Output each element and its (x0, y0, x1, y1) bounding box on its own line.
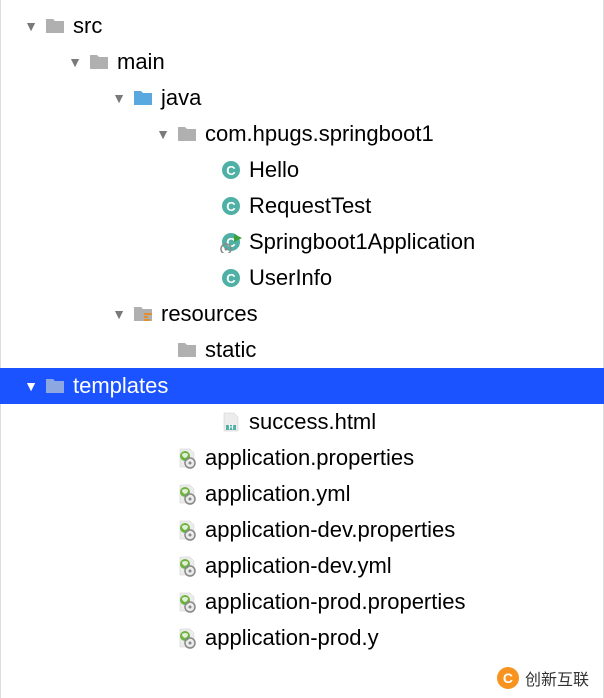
node-label: main (113, 49, 165, 75)
folder-icon (173, 339, 201, 361)
watermark: C 创新互联 (489, 664, 597, 692)
node-label: application.properties (201, 445, 414, 471)
tree-node-application-yml[interactable]: ▼ application.yml (21, 476, 603, 512)
node-label: application-prod.properties (201, 589, 466, 615)
tree-node-springboot1application[interactable]: ▼ Springboot1Application (21, 224, 603, 260)
tree-node-success-html[interactable]: ▼ success.html (21, 404, 603, 440)
node-label: resources (157, 301, 258, 327)
tree-node-application-prod-yml[interactable]: ▼ application-prod.y (21, 620, 603, 656)
tree-node-main[interactable]: ▼ main (21, 44, 603, 80)
tree-node-resources[interactable]: ▼ resources (21, 296, 603, 332)
node-label: src (69, 13, 102, 39)
class-icon (217, 159, 245, 181)
chevron-down-icon: ▼ (109, 90, 129, 106)
node-label: RequestTest (245, 193, 371, 219)
folder-icon (41, 375, 69, 397)
tree-node-application-dev-properties[interactable]: ▼ application-dev.properties (21, 512, 603, 548)
chevron-down-icon: ▼ (21, 18, 41, 34)
chevron-down-icon: ▼ (109, 306, 129, 322)
tree-node-templates[interactable]: ▼ templates (0, 368, 604, 404)
watermark-text: 创新互联 (525, 666, 589, 690)
spring-config-icon (173, 447, 201, 469)
tree-node-requesttest[interactable]: ▼ RequestTest (21, 188, 603, 224)
tree-node-java[interactable]: ▼ java (21, 80, 603, 116)
node-label: Springboot1Application (245, 229, 475, 255)
spring-config-icon (173, 591, 201, 613)
node-label: application.yml (201, 481, 351, 507)
project-tree[interactable]: ▼ src ▼ main ▼ java ▼ com.hpugs.springbo… (1, 0, 603, 656)
chevron-down-icon: ▼ (21, 378, 41, 394)
chevron-down-icon: ▼ (65, 54, 85, 70)
node-label: static (201, 337, 256, 363)
node-label: templates (69, 373, 168, 399)
class-main-icon (217, 231, 245, 253)
tree-node-application-dev-yml[interactable]: ▼ application-dev.yml (21, 548, 603, 584)
tree-node-application-prod-properties[interactable]: ▼ application-prod.properties (21, 584, 603, 620)
tree-node-src[interactable]: ▼ src (21, 8, 603, 44)
node-label: UserInfo (245, 265, 332, 291)
class-icon (217, 195, 245, 217)
node-label: application-prod.y (201, 625, 379, 651)
node-label: application-dev.properties (201, 517, 455, 543)
spring-config-icon (173, 483, 201, 505)
tree-node-static[interactable]: ▼ static (21, 332, 603, 368)
node-label: success.html (245, 409, 376, 435)
tree-node-userinfo[interactable]: ▼ UserInfo (21, 260, 603, 296)
tree-node-hello[interactable]: ▼ Hello (21, 152, 603, 188)
node-label: application-dev.yml (201, 553, 392, 579)
spring-config-icon (173, 627, 201, 649)
resources-folder-icon (129, 303, 157, 325)
folder-icon (85, 51, 113, 73)
watermark-icon: C (497, 667, 519, 689)
node-label: java (157, 85, 201, 111)
spring-config-icon (173, 555, 201, 577)
tree-node-package[interactable]: ▼ com.hpugs.springboot1 (21, 116, 603, 152)
spring-config-icon (173, 519, 201, 541)
node-label: Hello (245, 157, 299, 183)
chevron-down-icon: ▼ (153, 126, 173, 142)
node-label: com.hpugs.springboot1 (201, 121, 434, 147)
folder-icon (41, 15, 69, 37)
tree-node-application-properties[interactable]: ▼ application.properties (21, 440, 603, 476)
source-folder-icon (129, 87, 157, 109)
html-file-icon (217, 411, 245, 433)
package-folder-icon (173, 123, 201, 145)
class-icon (217, 267, 245, 289)
